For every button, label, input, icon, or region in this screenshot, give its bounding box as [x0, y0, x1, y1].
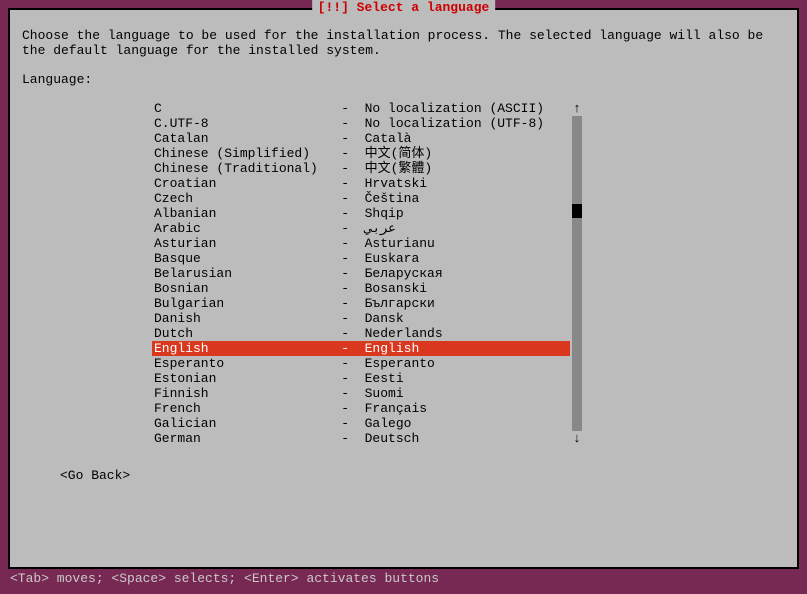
scroll-down-icon[interactable]: ↓	[572, 431, 582, 446]
language-option[interactable]: Basque - Euskara	[152, 251, 570, 266]
language-option[interactable]: Czech - Čeština	[152, 191, 570, 206]
field-label: Language:	[22, 72, 785, 87]
language-option[interactable]: English - English	[152, 341, 570, 356]
language-option[interactable]: Chinese (Traditional) - 中文(繁體)	[152, 161, 570, 176]
language-dialog: [!!] Select a language Choose the langua…	[8, 8, 799, 569]
language-option[interactable]: Chinese (Simplified) - 中文(简体)	[152, 146, 570, 161]
language-option[interactable]: French - Français	[152, 401, 570, 416]
scroll-up-icon[interactable]: ↑	[572, 101, 582, 116]
language-option[interactable]: Esperanto - Esperanto	[152, 356, 570, 371]
language-option[interactable]: Belarusian - Беларуская	[152, 266, 570, 281]
language-option[interactable]: Bulgarian - Български	[152, 296, 570, 311]
language-option[interactable]: Danish - Dansk	[152, 311, 570, 326]
language-option[interactable]: Finnish - Suomi	[152, 386, 570, 401]
dialog-title: [!!] Select a language	[312, 0, 496, 15]
language-option[interactable]: Arabic - عربي	[152, 221, 570, 236]
language-option[interactable]: Dutch - Nederlands	[152, 326, 570, 341]
language-list[interactable]: C - No localization (ASCII)C.UTF-8 - No …	[152, 101, 570, 446]
language-option[interactable]: Albanian - Shqip	[152, 206, 570, 221]
language-option[interactable]: Galician - Galego	[152, 416, 570, 431]
language-option[interactable]: Bosnian - Bosanski	[152, 281, 570, 296]
language-option[interactable]: Estonian - Eesti	[152, 371, 570, 386]
dialog-instruction: Choose the language to be used for the i…	[22, 28, 785, 58]
help-bar: <Tab> moves; <Space> selects; <Enter> ac…	[8, 569, 799, 586]
scrollbar[interactable]: ↑ ↓	[572, 101, 582, 446]
language-option[interactable]: Catalan - Català	[152, 131, 570, 146]
language-option[interactable]: Asturian - Asturianu	[152, 236, 570, 251]
language-option[interactable]: Croatian - Hrvatski	[152, 176, 570, 191]
go-back-button[interactable]: <Go Back>	[60, 468, 785, 483]
scroll-track[interactable]	[572, 116, 582, 431]
language-option[interactable]: C - No localization (ASCII)	[152, 101, 570, 116]
scroll-thumb[interactable]	[572, 204, 582, 218]
language-option[interactable]: German - Deutsch	[152, 431, 570, 446]
language-option[interactable]: C.UTF-8 - No localization (UTF-8)	[152, 116, 570, 131]
